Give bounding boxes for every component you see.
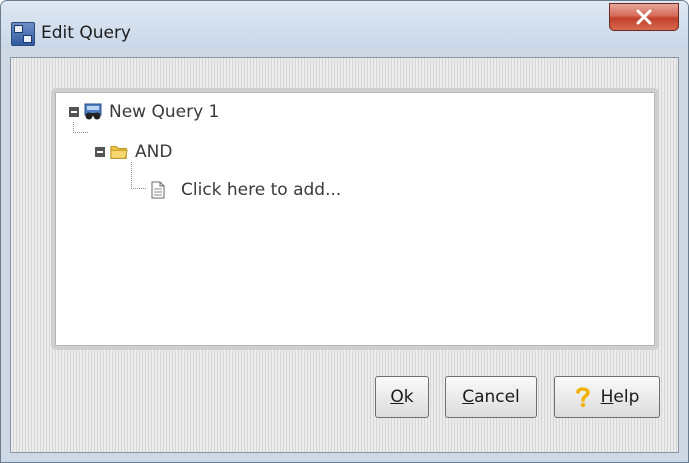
cancel-label-rest: ancel <box>474 387 520 407</box>
app-icon <box>11 22 35 46</box>
collapse-toggle[interactable] <box>69 107 79 117</box>
ok-button[interactable]: Ok <box>375 376 429 418</box>
binoculars-icon <box>84 103 102 120</box>
tree-connector <box>131 162 146 189</box>
help-button[interactable]: Help <box>554 376 660 418</box>
and-node-label: AND <box>135 142 173 162</box>
close-icon <box>636 9 652 25</box>
close-button[interactable] <box>609 3 679 31</box>
dialog-body: New Query 1 AND Click here to add... O k… <box>10 57 679 453</box>
help-mnemonic: H <box>600 387 614 407</box>
collapse-toggle[interactable] <box>95 147 105 157</box>
tree-node-root[interactable]: New Query 1 <box>69 100 219 124</box>
question-icon <box>575 387 590 408</box>
document-icon <box>151 181 165 199</box>
query-tree[interactable]: New Query 1 AND Click here to add... <box>51 88 659 350</box>
add-node-label: Click here to add... <box>181 180 342 200</box>
tree-connector <box>73 122 88 133</box>
edit-query-dialog: Edit Query New Query 1 AND Click here to… <box>0 0 689 463</box>
ok-label-rest: k <box>403 387 414 407</box>
tree-node-add[interactable]: Click here to add... <box>149 178 341 202</box>
root-node-label: New Query 1 <box>109 102 220 122</box>
tree-node-and[interactable]: AND <box>95 140 172 164</box>
help-label-rest: elp <box>613 387 640 407</box>
folder-icon <box>110 146 128 159</box>
title-bar[interactable]: Edit Query <box>1 1 688 49</box>
window-title: Edit Query <box>41 23 131 43</box>
cancel-mnemonic: C <box>462 387 475 407</box>
ok-mnemonic: O <box>390 387 404 407</box>
cancel-button[interactable]: Cancel <box>445 376 537 418</box>
